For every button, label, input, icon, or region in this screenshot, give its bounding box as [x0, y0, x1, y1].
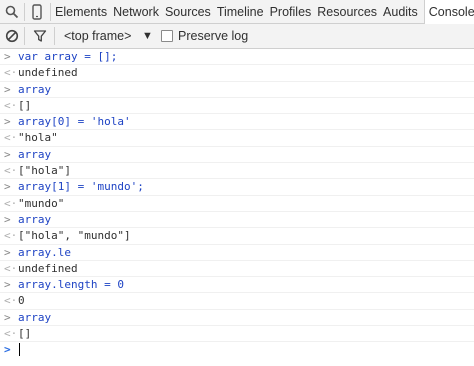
console-input-text: array[0] = 'hola'	[18, 115, 131, 129]
console-input-line: > var array = [];	[0, 49, 474, 66]
panel-tabs: Elements Network Sources Timeline Profil…	[55, 0, 474, 24]
console-input-line: > array	[0, 82, 474, 98]
tab-resources[interactable]: Resources	[317, 0, 381, 24]
search-icon[interactable]	[0, 0, 24, 24]
output-prompt-icon: <·	[4, 164, 18, 178]
input-prompt-icon: >	[4, 50, 11, 63]
console-output-line: <· undefined	[0, 65, 474, 82]
active-prompt-icon: >	[4, 343, 11, 357]
console-input-text: array	[18, 310, 52, 324]
preserve-log-label: Preserve log	[178, 29, 249, 43]
console-input-line: > array.length = 0	[0, 277, 474, 294]
tab-timeline[interactable]: Timeline	[217, 0, 268, 24]
output-prompt-icon: <·	[4, 261, 18, 275]
console-output-text: undefined	[18, 261, 78, 275]
tab-separator	[50, 3, 51, 21]
output-prompt-icon: <·	[4, 229, 18, 243]
output-prompt-icon: <·	[4, 327, 18, 341]
output-prompt-icon: <·	[4, 66, 18, 80]
console-input-text: array.length = 0	[18, 278, 124, 292]
console-output-text: ["hola"]	[18, 164, 71, 178]
console-output-line: <· "hola"	[0, 130, 474, 147]
output-prompt-icon: <·	[4, 294, 18, 308]
console-messages[interactable]: > var array = []; <· undefined > array <·[] > ar…	[0, 49, 474, 359]
console-input-line: > array.le	[0, 245, 474, 261]
input-prompt-icon: >	[4, 82, 11, 96]
console-output-line: <· 0	[0, 293, 474, 310]
preserve-log-checkbox[interactable]	[161, 30, 173, 42]
console-input-text: array	[18, 147, 52, 161]
frame-select[interactable]: <top frame>	[64, 24, 131, 48]
tab-audits[interactable]: Audits	[383, 0, 422, 24]
console-prompt-input[interactable]: >	[0, 342, 474, 358]
tab-separator	[24, 3, 25, 21]
tab-elements[interactable]: Elements	[55, 0, 111, 24]
output-prompt-icon: <·	[4, 196, 18, 210]
console-input-text: array	[18, 82, 52, 96]
console-input-line: > array	[0, 212, 474, 229]
frame-dropdown-arrow-icon[interactable]: ▼	[142, 24, 153, 48]
input-prompt-icon: >	[4, 310, 11, 324]
clear-console-icon[interactable]	[5, 24, 19, 48]
input-prompt-icon: >	[4, 147, 11, 161]
console-output-line: <·[]	[0, 326, 474, 343]
console-input-text: array.le	[18, 245, 71, 259]
console-output-line: <· "mundo"	[0, 196, 474, 212]
filter-icon[interactable]	[33, 24, 47, 48]
devtools-tabbar: Elements Network Sources Timeline Profil…	[0, 0, 474, 24]
console-output-text: []	[18, 98, 32, 112]
console-output-line: <·[]	[0, 98, 474, 115]
preserve-log-toggle[interactable]: Preserve log	[161, 24, 248, 48]
console-output-text: []	[18, 327, 32, 341]
console-input-line: > array[0] = 'hola'	[0, 114, 474, 131]
tab-profiles[interactable]: Profiles	[270, 0, 316, 24]
console-toolbar: <top frame> ▼ Preserve log	[0, 24, 474, 49]
toolbar-separator	[54, 27, 55, 45]
console-output-line: <· ["hola"]	[0, 163, 474, 180]
console-output-text: "hola"	[18, 131, 58, 145]
output-prompt-icon: <·	[4, 98, 18, 112]
console-output-text: 0	[18, 294, 25, 308]
console-input-line: > array[1] = 'mundo';	[0, 179, 474, 196]
input-prompt-icon: >	[4, 212, 11, 226]
toolbar-separator	[24, 27, 25, 45]
console-input-text: array[1] = 'mundo';	[18, 180, 144, 194]
console-input-line: > array	[0, 147, 474, 164]
input-prompt-icon: >	[4, 245, 11, 259]
input-prompt-icon: >	[4, 115, 11, 129]
console-input-text: var array = [];	[18, 50, 118, 63]
device-mode-icon[interactable]	[27, 0, 47, 24]
tab-sources[interactable]: Sources	[165, 0, 215, 24]
console-output-text: ["hola", "mundo"]	[18, 229, 131, 243]
input-prompt-icon: >	[4, 180, 11, 194]
output-prompt-icon: <·	[4, 131, 18, 145]
console-output-text: undefined	[18, 66, 78, 80]
tab-network[interactable]: Network	[113, 0, 163, 24]
console-output-text: "mundo"	[18, 196, 65, 210]
input-prompt-icon: >	[4, 278, 11, 292]
console-output-line: <· undefined	[0, 261, 474, 278]
tab-console[interactable]: Console	[423, 0, 474, 24]
text-caret	[19, 343, 20, 357]
console-input-line: > array	[0, 310, 474, 327]
console-output-line: <· ["hola", "mundo"]	[0, 228, 474, 245]
console-input-text: array	[18, 212, 52, 226]
